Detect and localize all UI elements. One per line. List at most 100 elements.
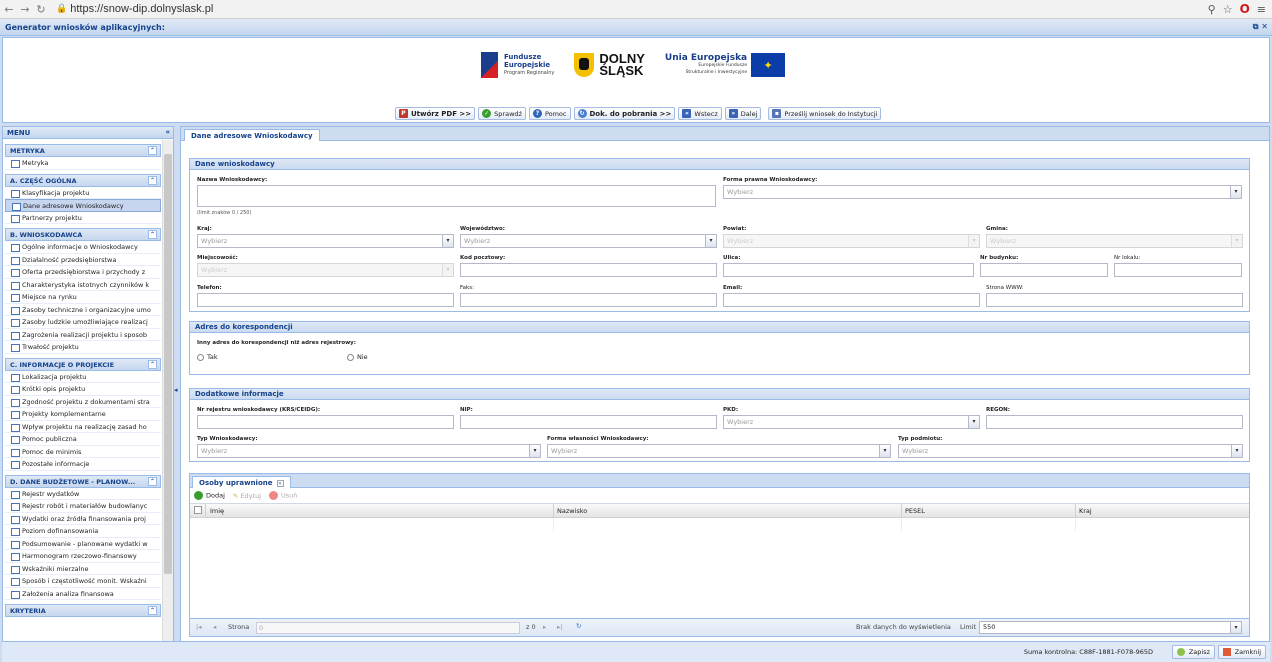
email-input[interactable] <box>723 293 980 307</box>
menu-item[interactable]: Metryka <box>5 157 161 170</box>
menu-item[interactable]: Partnerzy projektu <box>5 212 161 224</box>
close-button[interactable]: Zamknij <box>1217 645 1266 659</box>
menu-item[interactable]: Podsumowanie - planowane wydatki w <box>5 538 161 550</box>
delete-button[interactable]: Usuń <box>269 491 297 500</box>
first-page-icon[interactable]: |◂ <box>196 623 201 631</box>
menu-section-metryka[interactable]: METRYKA ⌃ <box>5 144 161 157</box>
reload-icon[interactable]: ↻ <box>34 3 48 16</box>
menu-scrollbar[interactable] <box>162 140 173 641</box>
column-imie[interactable]: Imię <box>210 507 224 515</box>
collapse-toggle-icon: ⌃ <box>148 476 157 486</box>
column-nazwisko[interactable]: Nazwisko <box>557 507 587 515</box>
telefon-input[interactable] <box>197 293 454 307</box>
back-button[interactable]: «Wstecz <box>678 107 722 120</box>
menu-item[interactable]: Działalność przedsiębiorstwa <box>5 254 161 266</box>
documents-button[interactable]: ↻ Dok. do pobrania >> <box>573 107 676 120</box>
tab-osoby-uprawnione[interactable]: Osoby uprawnione ✕ <box>192 476 291 488</box>
menu-section-kryteria[interactable]: KRYTERIA ⌃ <box>5 604 161 617</box>
krs-input[interactable] <box>197 415 454 429</box>
menu-item[interactable]: Poziom dofinansowania <box>5 525 161 538</box>
menu-section-czesc-ogolna[interactable]: A. CZĘŚĆ OGÓLNA ⌃ <box>5 173 161 187</box>
menu-item[interactable]: Wskaźniki mierzalne <box>5 563 161 575</box>
menu-item[interactable]: Zasoby techniczne i organizacyjne umo <box>5 304 161 316</box>
pkd-select[interactable]: Wybierz ▾ <box>723 415 980 429</box>
prev-page-icon[interactable]: ◂ <box>213 623 216 631</box>
menu-item[interactable]: Zgodność projektu z dokumentami stra <box>5 396 161 408</box>
menu-item[interactable]: Oferta przedsiębiorstwa i przychody z <box>5 266 161 279</box>
edit-button[interactable]: ✎ Edytuj <box>233 492 261 500</box>
menu-item[interactable]: Lokalizacja projektu <box>5 371 161 383</box>
check-button[interactable]: ✓ Sprawdź <box>478 107 526 120</box>
star-icon[interactable]: ☆ <box>1223 3 1233 16</box>
menu-item[interactable]: Miejsce na rynku <box>5 291 161 304</box>
key-icon[interactable]: ⚲ <box>1208 3 1216 16</box>
help-button[interactable]: ? Pomoc <box>528 107 571 120</box>
collapse-icon[interactable]: « <box>165 128 170 136</box>
window-controls[interactable]: ⧉ ✕ <box>1253 22 1268 32</box>
refresh-icon[interactable]: ↻ <box>576 622 581 630</box>
regon-input[interactable] <box>986 415 1243 429</box>
radio-nie[interactable]: Nie <box>347 353 368 361</box>
sidebar-menu: MENU « METRYKA ⌃ Metryka A. CZĘŚĆ OGÓLNA ⌃… <box>2 126 174 642</box>
menu-item[interactable]: Harmonogram rzeczowo-finansowy <box>5 550 161 563</box>
save-button[interactable]: Zapisz <box>1171 645 1215 659</box>
menu-item[interactable]: Wpływ projektu na realizację zasad ho <box>5 421 161 433</box>
radio-tak[interactable]: Tak <box>197 353 218 361</box>
add-button[interactable]: Dodaj <box>194 491 225 500</box>
menu-section-dane-budzetowe[interactable]: D. DANE BUDŻETOWE - PLANOW... ⌃ <box>5 474 161 488</box>
nr-lokalu-input[interactable] <box>1114 263 1242 277</box>
menu-item[interactable]: Charakterystyka istotnych czynników k <box>5 279 161 291</box>
forma-wlasnosci-select[interactable]: Wybierz ▾ <box>547 444 891 458</box>
menu-item[interactable]: Pozostałe informacje <box>5 458 161 471</box>
back-arrow-icon[interactable]: ← <box>2 3 16 16</box>
forma-prawna-select[interactable]: Wybierz ▾ <box>723 185 1242 199</box>
menu-item[interactable]: Zagrożenia realizacji projektu i sposob <box>5 329 161 341</box>
column-pesel[interactable]: PESEL <box>905 507 925 515</box>
menu-item[interactable]: Rejestr robót i materiałów budowlanyc <box>5 500 161 513</box>
forward-arrow-icon[interactable]: → <box>18 3 32 16</box>
ulica-input[interactable] <box>723 263 974 277</box>
address-bar[interactable]: https://snow-dip.dolnyslask.pl <box>70 3 213 15</box>
powiat-select[interactable]: Wybierz ▾ <box>723 234 980 248</box>
opera-icon[interactable]: O <box>1240 2 1250 16</box>
typ-wnioskodawcy-select[interactable]: Wybierz ▾ <box>197 444 541 458</box>
panel-splitter[interactable]: ◂ <box>174 126 178 642</box>
gmina-select[interactable]: Wybierz ▾ <box>986 234 1243 248</box>
select-all-checkbox[interactable] <box>194 506 202 514</box>
typ-podmiotu-select[interactable]: Wybierz ▾ <box>898 444 1243 458</box>
next-page-icon[interactable]: ▸ <box>543 623 546 631</box>
menu-item[interactable]: Założenia analiza finansowa <box>5 588 161 600</box>
faks-input[interactable] <box>460 293 717 307</box>
send-application-button[interactable]: ▪ Prześlij wniosek do Instytucji <box>768 107 882 120</box>
menu-section-wnioskodawca[interactable]: B. WNIOSKODAWCA ⌃ <box>5 228 161 241</box>
menu-item[interactable]: Projekty komplementarne <box>5 408 161 421</box>
menu-item[interactable]: Trwałość projektu <box>5 341 161 354</box>
menu-item[interactable]: Sposób i częstotliwość monit. Wskaźni <box>5 575 161 588</box>
create-pdf-button[interactable]: P Utwórz PDF >> <box>395 107 476 120</box>
miejscowosc-select[interactable]: Wybierz ▾ <box>197 263 454 277</box>
menu-item[interactable]: Zasoby ludzkie umożliwiające realizacj <box>5 316 161 329</box>
hamburger-menu-icon[interactable]: ≡ <box>1257 3 1266 16</box>
wojewodztwo-select[interactable]: Wybierz ▾ <box>460 234 717 248</box>
menu-item[interactable]: Wydatki oraz źródła finansowania proj <box>5 513 161 525</box>
menu-item-selected[interactable]: Dane adresowe Wnioskodawcy <box>5 199 161 212</box>
page-input[interactable]: 0 <box>256 622 520 634</box>
kod-pocztowy-input[interactable] <box>460 263 717 277</box>
menu-item[interactable]: Pomoc publiczna <box>5 433 161 446</box>
strona-www-input[interactable] <box>986 293 1243 307</box>
nip-input[interactable] <box>460 415 717 429</box>
limit-select[interactable]: 550 ▾ <box>979 621 1242 634</box>
menu-item[interactable]: Krótki opis projektu <box>5 383 161 396</box>
tab-dane-adresowe[interactable]: Dane adresowe Wnioskodawcy <box>184 129 320 141</box>
nr-budynku-input[interactable] <box>980 263 1108 277</box>
last-page-icon[interactable]: ▸| <box>557 623 562 631</box>
column-kraj[interactable]: Kraj <box>1079 507 1092 515</box>
menu-section-informacje-o-projekcie[interactable]: C. INFORMACJE O PROJEKCIE ⌃ <box>5 357 161 371</box>
menu-item[interactable]: Rejestr wydatków <box>5 488 161 500</box>
menu-item[interactable]: Klasyfikacja projektu <box>5 187 161 199</box>
kraj-select[interactable]: Wybierz ▾ <box>197 234 454 248</box>
next-button[interactable]: » Dalej <box>724 107 762 120</box>
menu-item[interactable]: Pomoc de minimis <box>5 446 161 458</box>
menu-item[interactable]: Ogólne informacje o Wnioskodawcy <box>5 241 161 254</box>
nazwa-wnioskodawcy-input[interactable] <box>197 185 716 207</box>
